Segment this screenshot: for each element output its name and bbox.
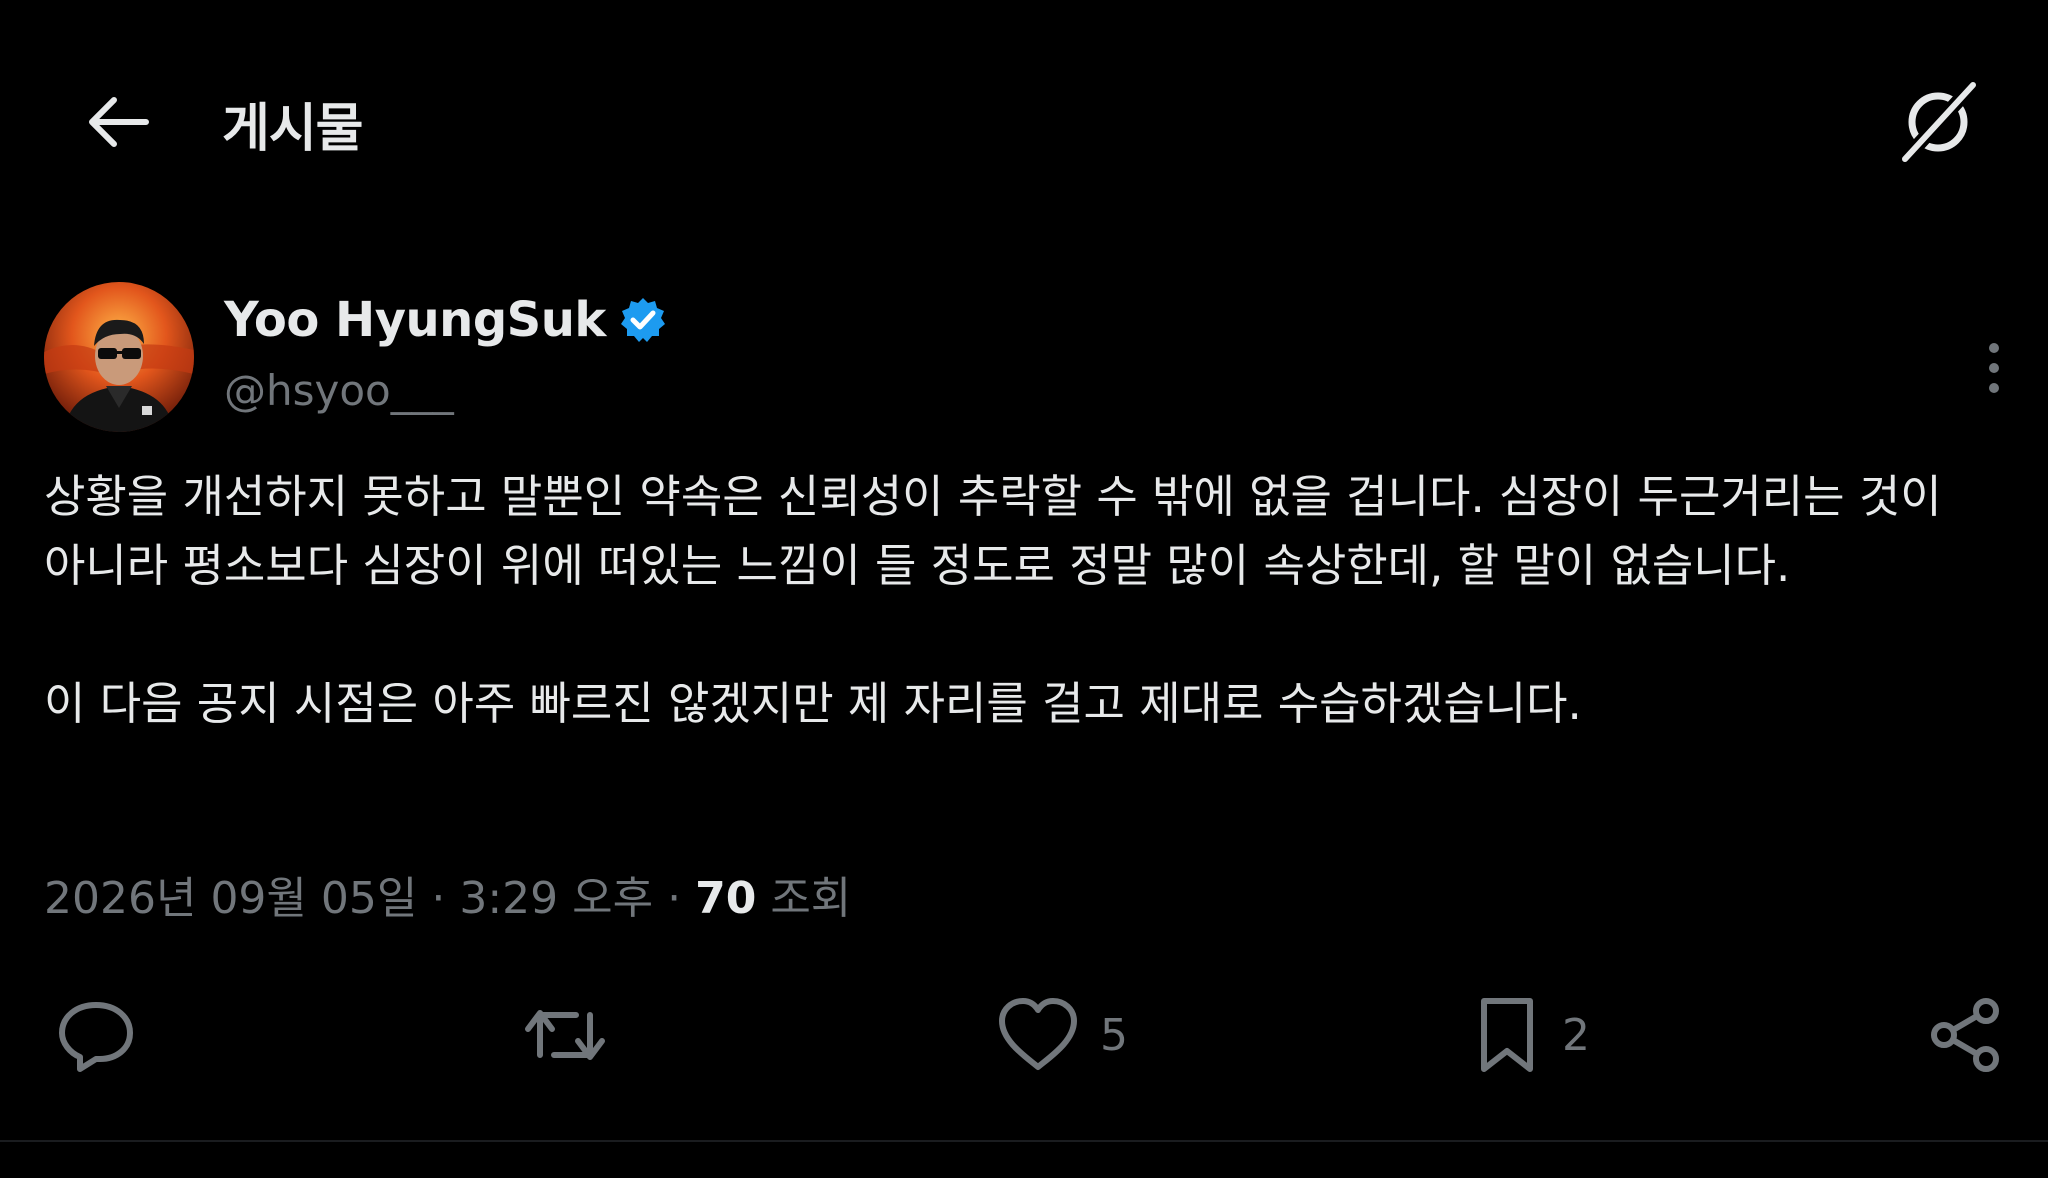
repost-icon: [525, 1010, 605, 1060]
back-button[interactable]: [80, 84, 156, 160]
bookmark-icon: [1481, 998, 1533, 1072]
heart-icon: [999, 998, 1077, 1070]
reply-icon: [59, 1002, 133, 1072]
repost-button[interactable]: [520, 980, 610, 1090]
top-bar: 게시물: [0, 60, 2048, 180]
bottom-divider: [0, 1140, 2048, 1142]
more-options-button[interactable]: [1964, 328, 2024, 408]
share-button[interactable]: [1926, 980, 2006, 1090]
post-detail-page: 게시물 Yoo HyungSuk @hsyoo___ 상황을 개선하지 못하고 …: [0, 0, 2048, 1178]
post-text: 상황을 개선하지 못하고 말뿐인 약속은 신뢰성이 추락할 수 밖에 없을 겁니…: [44, 462, 2014, 738]
page-title: 게시물: [222, 99, 364, 159]
reply-button[interactable]: [56, 980, 136, 1090]
meta-separator: ·: [667, 873, 682, 924]
grok-button[interactable]: [1890, 74, 1986, 170]
arrow-left-icon: [89, 97, 149, 147]
avatar[interactable]: [44, 282, 194, 432]
post-paragraph-1: 상황을 개선하지 못하고 말뿐인 약속은 신뢰성이 추락할 수 밖에 없을 겁니…: [44, 470, 1956, 592]
avatar-image: [44, 282, 194, 432]
action-bar: 5 2: [0, 980, 2048, 1090]
like-button[interactable]: 5: [996, 980, 1128, 1090]
author-handle[interactable]: @hsyoo___: [224, 366, 454, 415]
like-count: 5: [1100, 1009, 1128, 1061]
post-timestamp[interactable]: 2026년 09월 05일 · 3:29 오후: [44, 873, 653, 924]
bookmark-count: 2: [1562, 1009, 1590, 1061]
views-label: 조회: [770, 873, 852, 924]
author-row: Yoo HyungSuk @hsyoo___: [44, 282, 2004, 432]
share-icon: [1931, 998, 1999, 1072]
verified-badge-icon: [618, 295, 668, 345]
post-paragraph-2: 이 다음 공지 시점은 아주 빠르진 않겠지만 제 자리를 걸고 제대로 수습하…: [44, 677, 1582, 730]
post-meta: 2026년 09월 05일 · 3:29 오후 · 70 조회: [44, 862, 851, 926]
author-name-link[interactable]: Yoo HyungSuk: [224, 292, 668, 348]
views-count: 70: [695, 873, 757, 924]
author-name: Yoo HyungSuk: [224, 292, 606, 348]
bookmark-button[interactable]: 2: [1472, 980, 1590, 1090]
more-vertical-icon: [1989, 343, 1999, 393]
grok-icon: [1900, 80, 1978, 164]
